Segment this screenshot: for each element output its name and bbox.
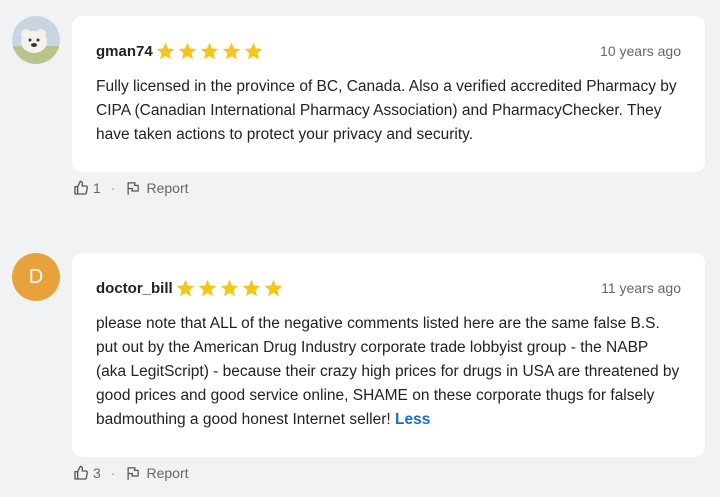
- report-label: Report: [146, 465, 189, 481]
- report-button[interactable]: Report: [125, 180, 189, 196]
- like-count: 3: [93, 465, 101, 481]
- star-icon: [222, 42, 240, 59]
- avatar: D: [12, 253, 60, 301]
- avatar: [12, 16, 60, 64]
- star-icon: [200, 42, 218, 59]
- review-actions: 3 · Report: [73, 465, 189, 481]
- like-button[interactable]: 3: [73, 465, 101, 481]
- review-time: 11 years ago: [601, 280, 681, 296]
- separator: ·: [110, 465, 116, 481]
- rating-stars: [155, 41, 265, 62]
- review-time: 10 years ago: [600, 43, 681, 59]
- star-icon: [198, 279, 216, 296]
- flag-icon: [127, 466, 140, 480]
- star-icon: [220, 279, 238, 296]
- review-text: please note that ALL of the negative com…: [96, 312, 681, 432]
- username[interactable]: doctor_bill: [96, 280, 173, 297]
- review-card: gman74 10 years ago Fully licensed in th…: [72, 16, 705, 172]
- flag-icon: [127, 181, 140, 195]
- report-label: Report: [146, 180, 189, 196]
- star-icon: [264, 279, 282, 296]
- thumbs-up-icon: [74, 465, 88, 480]
- username[interactable]: gman74: [96, 43, 153, 60]
- star-icon: [176, 279, 194, 296]
- review-text-content: please note that ALL of the negative com…: [96, 315, 680, 428]
- review-actions: 1 · Report: [73, 180, 189, 196]
- separator: ·: [110, 180, 116, 196]
- rating-stars: [175, 278, 285, 299]
- review-text: Fully licensed in the province of BC, Ca…: [96, 78, 677, 143]
- report-button[interactable]: Report: [125, 465, 189, 481]
- star-icon: [156, 42, 174, 59]
- like-count: 1: [93, 180, 101, 196]
- star-icon: [242, 279, 260, 296]
- like-button[interactable]: 1: [73, 180, 101, 196]
- review-card: doctor_bill 11 years ago please note tha…: [72, 253, 705, 457]
- thumbs-up-icon: [74, 180, 88, 195]
- less-link[interactable]: Less: [395, 411, 430, 428]
- star-icon: [244, 42, 262, 59]
- star-icon: [178, 42, 196, 59]
